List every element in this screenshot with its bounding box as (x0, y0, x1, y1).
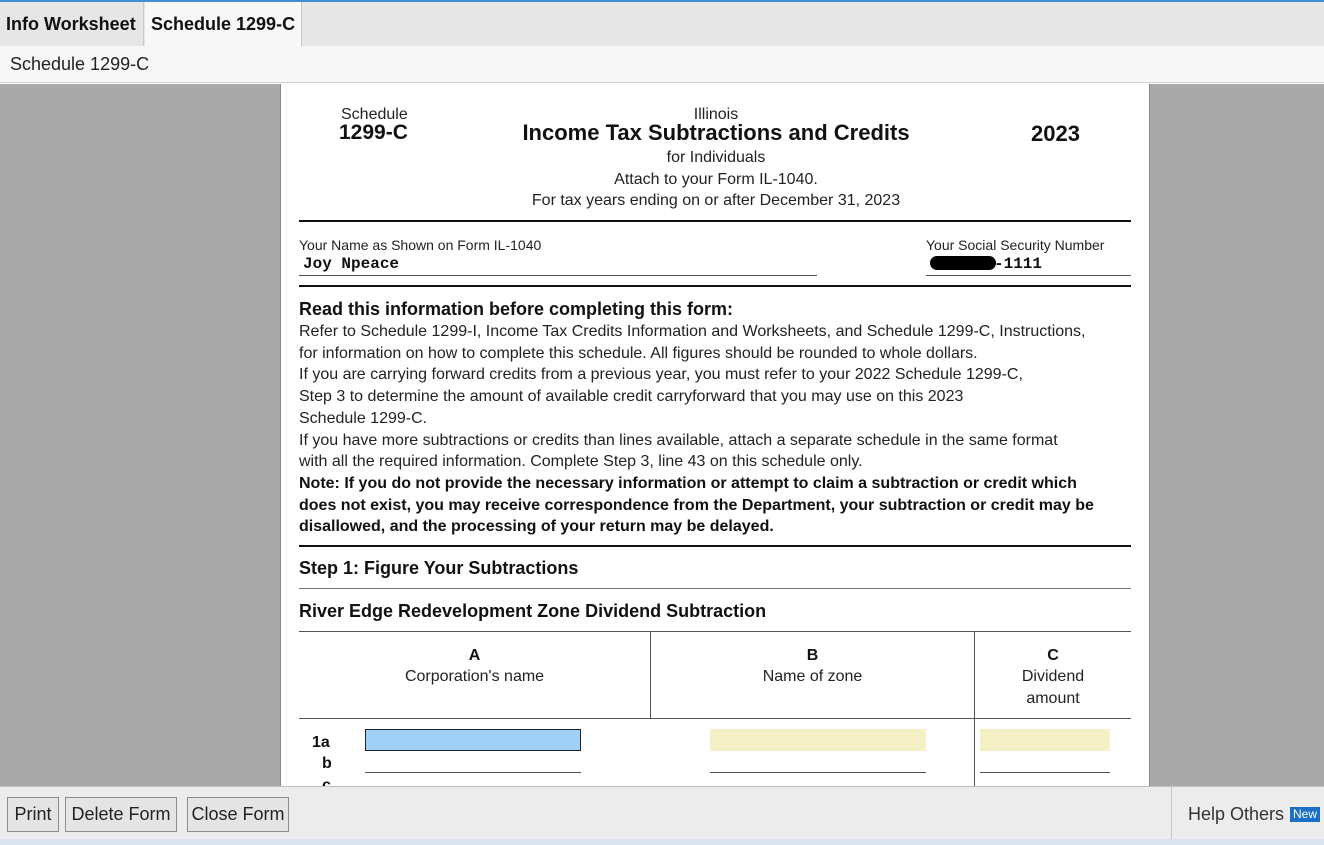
divider (299, 545, 1131, 547)
tax-year: 2023 (1031, 121, 1080, 146)
column-c-letter: C (1047, 647, 1059, 664)
ssn-underline (926, 275, 1131, 276)
form-title: Schedule 1299-C (10, 54, 150, 74)
column-b-letter: B (806, 647, 819, 664)
form-title-bar: Schedule 1299-C (0, 46, 1324, 83)
column-b-label: Name of zone (762, 668, 863, 685)
print-button[interactable]: Print (7, 797, 59, 832)
dividend-amount-1b-input[interactable] (980, 772, 1110, 773)
divider (299, 285, 1131, 287)
help-others-label[interactable]: Help Others (1188, 804, 1284, 825)
note-line: does not exist, you may receive correspo… (299, 496, 1094, 514)
tab-schedule-1299-c[interactable]: Schedule 1299-C (145, 2, 302, 46)
close-form-button[interactable]: Close Form (187, 797, 289, 832)
name-value[interactable]: Joy Npeace (303, 255, 399, 273)
instruction-line: Refer to Schedule 1299-I, Income Tax Cre… (299, 323, 1086, 340)
bottom-toolbar: Print Delete Form Close Form Help Others… (0, 786, 1324, 840)
name-underline (299, 275, 817, 276)
divider (299, 588, 1131, 589)
row-label-1b: b (322, 755, 332, 772)
form-page: Schedule 1299-C Illinois Income Tax Subt… (280, 84, 1150, 786)
dividend-amount-1a-input[interactable] (980, 729, 1110, 751)
column-a-label: Corporation's name (404, 668, 545, 685)
zone-name-1a-input[interactable] (710, 729, 926, 751)
corporation-name-1b-input[interactable] (365, 772, 581, 773)
instruction-line: Step 3 to determine the amount of availa… (299, 388, 964, 406)
section-heading: River Edge Redevelopment Zone Dividend S… (299, 601, 767, 621)
form-main-title: Income Tax Subtractions and Credits (522, 120, 910, 145)
instruction-line: If you are carrying forward credits from… (299, 366, 1023, 384)
column-a-letter: A (468, 647, 481, 664)
step1-heading: Step 1: Figure Your Subtractions (299, 558, 579, 578)
ssn-label: Your Social Security Number (926, 237, 1105, 253)
column-c-label: amount (1026, 690, 1080, 707)
new-badge: New (1290, 807, 1321, 822)
instructions-paragraph: Refer to Schedule 1299-I, Income Tax Cre… (299, 321, 1139, 538)
tab-bar: Info Worksheet Schedule 1299-C (0, 0, 1324, 46)
tax-year-note: For tax years ending on or after Decembe… (531, 192, 901, 209)
name-label: Your Name as Shown on Form IL-1040 (299, 237, 542, 253)
tab-info-worksheet[interactable]: Info Worksheet (0, 2, 144, 46)
instruction-line: for information on how to complete this … (299, 344, 978, 362)
row-label-1c: c (322, 777, 331, 786)
zone-name-1b-input[interactable] (710, 772, 926, 773)
form-subtitle-individuals: for Individuals (666, 149, 766, 166)
corporation-name-1a-input[interactable] (365, 729, 581, 751)
attach-note: Attach to your Form IL-1040. (614, 171, 818, 188)
column-c-label: Dividend (1021, 668, 1085, 685)
divider (299, 220, 1131, 222)
help-others-link[interactable]: Help Others New (1171, 787, 1324, 840)
form-viewer[interactable]: Schedule 1299-C Illinois Income Tax Subt… (0, 84, 1324, 786)
read-info-heading: Read this information before completing … (299, 299, 734, 319)
note-line: disallowed, and the processing of your r… (299, 518, 774, 536)
column-divider (974, 718, 975, 786)
ssn-value[interactable]: -1111 (994, 255, 1042, 273)
instruction-line: Schedule 1299-C. (299, 409, 428, 427)
delete-form-button[interactable]: Delete Form (65, 797, 177, 832)
footer-strip (0, 839, 1324, 845)
row-label-1a: 1a (312, 734, 330, 751)
table-header-border (299, 718, 1131, 719)
ssn-redaction (930, 256, 996, 270)
table-top-border (299, 631, 1131, 632)
note-line: Note: If you do not provide the necessar… (299, 474, 1077, 492)
instruction-line: with all the required information. Compl… (299, 453, 863, 471)
instruction-line: If you have more subtractions or credits… (299, 431, 1058, 449)
